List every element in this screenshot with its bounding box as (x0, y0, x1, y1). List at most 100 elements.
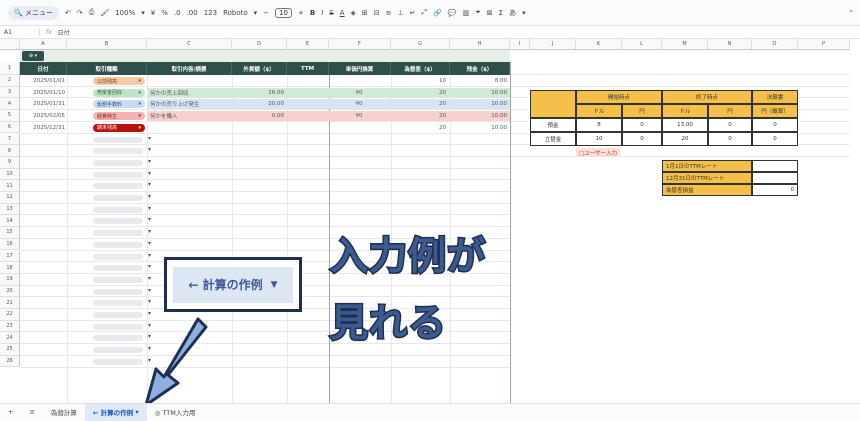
desc-cell[interactable] (150, 123, 230, 133)
row-header[interactable]: 16 (0, 238, 20, 251)
balance-cell[interactable]: 8.00 (450, 76, 507, 86)
yen-cell[interactable] (329, 76, 389, 86)
empty-type-dropdown[interactable] (93, 228, 151, 237)
row-header[interactable]: 3 (0, 86, 20, 99)
col-header[interactable]: A (20, 39, 67, 50)
menu-search[interactable]: 🔍 メニュー (8, 5, 59, 20)
type-chip[interactable]: 仮想手数料 ▾ (93, 100, 145, 109)
empty-type-dropdown[interactable] (93, 158, 151, 166)
row-header[interactable]: 2 (0, 75, 20, 87)
col-header[interactable]: F (329, 39, 391, 50)
sheet-dropdown-zoom[interactable]: ← 計算の作例 ▼ (173, 266, 293, 303)
row-header[interactable]: 21 (0, 297, 20, 309)
row-header[interactable]: 17 (0, 250, 20, 263)
empty-type-dropdown[interactable] (93, 170, 151, 178)
col-header[interactable]: E (287, 39, 329, 50)
name-box[interactable]: A1 (0, 29, 40, 36)
col-header[interactable]: P (798, 39, 850, 50)
balance-cell[interactable]: 10.00 (450, 88, 507, 98)
undo-icon[interactable]: ↶ (65, 9, 71, 17)
ttm-cell[interactable] (287, 111, 327, 121)
ttm-cell[interactable] (287, 76, 327, 86)
header-amount[interactable]: 外貨額（$） (232, 62, 287, 75)
row-header[interactable]: 5 (0, 110, 20, 122)
empty-type-dropdown[interactable] (93, 263, 151, 272)
chevron-down-icon[interactable]: ▾ (254, 9, 258, 17)
summary-cell[interactable]: 0 (622, 118, 662, 132)
desc-cell[interactable]: 何かを購入 (150, 111, 230, 121)
yen-cell[interactable]: ¥0 (329, 99, 389, 109)
borders-icon[interactable]: ⊞ (362, 9, 368, 17)
col-header[interactable]: M (662, 39, 708, 50)
col-header[interactable]: B (67, 39, 147, 50)
empty-type-dropdown[interactable] (93, 216, 151, 225)
row-header[interactable]: 11 (0, 180, 20, 192)
align-icon[interactable]: ≡ (386, 9, 392, 17)
select-all-corner[interactable] (0, 39, 20, 50)
text-color-button[interactable]: A (340, 9, 345, 17)
col-header[interactable]: J (530, 39, 576, 50)
balance-cell[interactable]: 10.00 (450, 111, 507, 121)
decrease-decimal-button[interactable]: .0 (174, 9, 181, 17)
date-cell[interactable]: 2025/02/05 (22, 111, 65, 121)
comment-icon[interactable]: 💬 (448, 9, 457, 17)
row-header[interactable]: 26 (0, 355, 20, 368)
font-size-input[interactable]: 10 (275, 7, 292, 18)
tab-fx-calc[interactable]: 為替計算 (43, 404, 85, 421)
yen-cell[interactable]: ¥0 (329, 88, 389, 98)
input-tools-button[interactable]: あ (509, 8, 516, 18)
print-icon[interactable]: ⎙ (89, 8, 95, 17)
col-header[interactable]: C (147, 39, 232, 50)
increase-decimal-button[interactable]: .00 (187, 9, 198, 17)
italic-button[interactable]: I (321, 9, 323, 17)
font-size-minus[interactable]: − (263, 9, 269, 17)
fx-cell[interactable]: 20 (391, 123, 446, 133)
filter-views-icon[interactable]: ⊠ (487, 9, 493, 17)
tab-calc-example[interactable]: ← 計算の作例 ▾ (84, 403, 147, 421)
chevron-down-icon[interactable]: ▾ (141, 9, 145, 17)
chevron-down-icon[interactable]: ▾ (522, 9, 526, 17)
type-chip[interactable]: 以前残高 ▾ (93, 77, 145, 85)
row-header[interactable]: 25 (0, 344, 20, 356)
summary-cell[interactable]: 0 (708, 118, 752, 132)
font-size-plus[interactable]: + (298, 9, 304, 17)
col-header[interactable]: K (576, 39, 622, 50)
ttm-value[interactable] (752, 160, 798, 172)
row-header[interactable]: 12 (0, 192, 20, 204)
empty-type-dropdown[interactable] (93, 275, 151, 283)
row-header[interactable]: 19 (0, 273, 20, 286)
redo-icon[interactable]: ↷ (77, 9, 83, 17)
desc-cell[interactable]: 何かの売上回収 (150, 88, 230, 98)
formula-input[interactable]: 日付 (52, 28, 70, 37)
row-header[interactable]: 9 (0, 156, 20, 169)
empty-type-dropdown[interactable] (93, 146, 151, 155)
row-header[interactable]: 10 (0, 168, 20, 181)
ttm-value[interactable]: 0 (752, 184, 798, 196)
header-desc[interactable]: 取引内容/摘要 (147, 62, 232, 75)
col-header[interactable]: H (450, 39, 510, 50)
summary-cell[interactable]: 0 (708, 132, 752, 146)
fill-color-icon[interactable]: ◈ (351, 9, 356, 17)
summary-cell[interactable]: 0 (752, 132, 798, 146)
zoom-select[interactable]: 100% (115, 9, 135, 17)
row-header[interactable]: 14 (0, 215, 20, 228)
type-chip[interactable]: 経費発生 ▾ (93, 112, 145, 121)
tab-ttm-input[interactable]: ◎ TTM入力用 (147, 404, 204, 421)
wrap-icon[interactable]: ↵ (410, 9, 416, 17)
row-header[interactable]: 20 (0, 285, 20, 298)
strikethrough-button[interactable]: S (329, 9, 333, 17)
fx-cell[interactable]: 20 (391, 88, 446, 98)
empty-type-dropdown[interactable] (93, 333, 151, 342)
empty-type-dropdown[interactable] (93, 193, 151, 201)
header-ttm[interactable]: TTM (287, 62, 329, 75)
amount-cell[interactable]: 0.00 (232, 111, 284, 121)
all-sheets-button[interactable]: ≡ (21, 404, 42, 421)
date-cell[interactable]: 2025/01/31 (22, 99, 65, 109)
bold-button[interactable]: B (310, 9, 315, 17)
summary-cell[interactable]: 13.00 (662, 118, 708, 132)
amount-cell[interactable]: 20.00 (232, 99, 284, 109)
add-sheet-button[interactable]: + (0, 404, 21, 421)
date-cell[interactable]: 2025/01/01 (22, 76, 65, 86)
yen-cell[interactable] (329, 123, 389, 133)
balance-cell[interactable]: 10.00 (450, 99, 507, 109)
